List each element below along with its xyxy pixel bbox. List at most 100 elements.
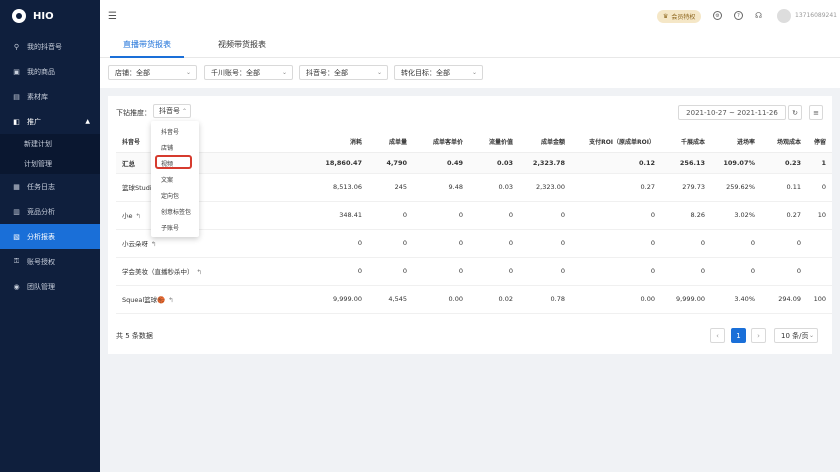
table-cell	[807, 229, 832, 258]
sidebar-item-materials[interactable]: ▤ 素材库	[0, 84, 100, 109]
cell-text: 0	[750, 267, 755, 275]
prev-page-button[interactable]: ‹	[710, 328, 725, 343]
table-cell: 0.78	[519, 285, 571, 314]
cell-text: 0	[508, 211, 513, 219]
table-header-row: 抖音号 消耗 成单量 成单客单价 流量价值 成单金额 支付ROI（原成单ROI）…	[116, 132, 832, 153]
dropdown-option[interactable]: 抖音号	[161, 127, 179, 136]
menu-toggle-icon[interactable]: ☰	[108, 11, 117, 22]
col-header[interactable]: 停留	[807, 132, 832, 153]
col-header[interactable]: 成单金额	[519, 132, 571, 153]
dropdown-option[interactable]: 店铺	[161, 143, 173, 152]
table-cell: 0.27	[571, 173, 661, 202]
table-cell: 0.03	[469, 173, 519, 202]
table-row: Squeal篮球🏀 ↰ 9,999.00 4,545 0.00 0.02 0.78 0.00 9…	[116, 285, 832, 314]
cell-text: 10	[817, 211, 826, 219]
drill-down-icon[interactable]: ↰	[151, 240, 156, 248]
table-cell: 0	[469, 257, 519, 286]
shop-filter[interactable]: 店铺：全部 ⌄	[108, 65, 197, 80]
col-header[interactable]: 支付ROI（原成单ROI）	[571, 132, 661, 153]
page-size-select[interactable]: 10 条/页 ⌄	[774, 328, 818, 343]
date-range-picker[interactable]: 2021-10-27 ~ 2021-11-26	[678, 105, 786, 120]
cell-text: 294.09	[778, 295, 801, 303]
sidebar-item-reports[interactable]: ▧ 分析报表	[0, 224, 100, 249]
sidebar-item-my-douyin[interactable]: ⚲ 我的抖音号	[0, 34, 100, 59]
table-cell: 256.13	[661, 152, 711, 174]
table-cell: 1	[807, 152, 832, 174]
chevron-down-icon: ⌄	[281, 69, 287, 76]
table-cell: 0	[761, 229, 807, 258]
user-phone[interactable]: 13716089241	[795, 12, 837, 19]
drill-down-icon[interactable]: ↰	[197, 268, 202, 276]
headset-icon[interactable]: ☊	[754, 11, 763, 20]
cell-text: 100	[813, 295, 826, 303]
avatar[interactable]	[777, 9, 791, 23]
page-button[interactable]: 1	[731, 328, 746, 343]
sidebar-item-label: 推广	[27, 117, 41, 126]
col-header[interactable]: 流量价值	[469, 132, 519, 153]
cell-text: 0.27	[640, 183, 655, 191]
drill-dimension-select[interactable]: 抖音号 ⌃	[153, 104, 191, 118]
vip-badge[interactable]: ♛ 会员特权	[657, 10, 702, 23]
drill-down-icon[interactable]: ↰	[168, 296, 173, 304]
cell-text: 0.00	[640, 295, 655, 303]
sidebar-item-auth[interactable]: ⚿ 账号授权	[0, 249, 100, 274]
team-icon: ◉	[13, 282, 20, 291]
drill-down-icon[interactable]: ↰	[136, 212, 141, 220]
table-cell: 0.23	[761, 152, 807, 174]
sidebar-item-plan-manage[interactable]: 计划管理	[0, 154, 100, 174]
gift-icon: ▣	[13, 67, 20, 76]
table-cell: 8,513.06	[202, 173, 368, 202]
table-cell: 8.26	[661, 201, 711, 230]
sidebar-item-task-log[interactable]: ▦ 任务日志	[0, 174, 100, 199]
dropdown-option[interactable]: 定向包	[161, 191, 179, 200]
next-page-button[interactable]: ›	[751, 328, 766, 343]
table-cell: 0	[368, 257, 413, 286]
sidebar-item-competitor[interactable]: ▥ 竞品分析	[0, 199, 100, 224]
sidebar-item-promotion[interactable]: ◧ 推广 ▲	[0, 109, 100, 134]
table-cell: 0	[368, 229, 413, 258]
col-header[interactable]: 千展成本	[661, 132, 711, 153]
col-header[interactable]: 成单客单价	[413, 132, 469, 153]
sidebar-item-label: 任务日志	[27, 182, 55, 191]
table-cell: 0	[413, 201, 469, 230]
column-settings-button[interactable]: ≡	[809, 105, 823, 120]
refresh-button[interactable]: ↻	[788, 105, 802, 120]
col-header[interactable]: 进场率	[711, 132, 761, 153]
report-table: 抖音号 消耗 成单量 成单客单价 流量价值 成单金额 支付ROI（原成单ROI）…	[116, 132, 832, 314]
cell-text: 256.13	[679, 158, 705, 167]
table-cell: 9,999.00	[661, 285, 711, 314]
col-header[interactable]: 成单量	[368, 132, 413, 153]
cell-text: 8.26	[690, 211, 705, 219]
settings-icon[interactable]: ⚙	[713, 11, 722, 20]
col-header[interactable]: 场观成本	[761, 132, 807, 153]
table-cell: 0	[571, 229, 661, 258]
sidebar-item-new-plan[interactable]: 新建计划	[0, 134, 100, 154]
cell-text: 0	[796, 239, 801, 247]
table-cell: 259.62%	[711, 173, 761, 202]
table-cell: 0	[469, 201, 519, 230]
help-icon[interactable]: ?	[734, 11, 743, 20]
sidebar-item-team[interactable]: ◉ 团队管理	[0, 274, 100, 299]
app-logo[interactable]: HIO	[0, 0, 100, 32]
table-row: 小e ↰ 348.41 0 0 0 0 0 8.26 3.02% 0.27 10	[116, 201, 832, 230]
chevron-down-icon: ⌄	[376, 69, 382, 76]
table-cell: 0	[661, 257, 711, 286]
conversion-goal-filter[interactable]: 转化目标：全部 ⌄	[394, 65, 483, 80]
col-header[interactable]: 消耗	[202, 132, 368, 153]
cell-text: 0	[650, 239, 655, 247]
qianchuan-account-filter[interactable]: 千川账号：全部 ⌄	[204, 65, 293, 80]
table-cell: 0.00	[571, 285, 661, 314]
table-cell: 0	[711, 257, 761, 286]
cell-text: 0	[796, 267, 801, 275]
douyin-filter-label: 抖音号：全部	[306, 68, 348, 77]
douyin-account-filter[interactable]: 抖音号：全部 ⌄	[299, 65, 388, 80]
dropdown-option[interactable]: 文案	[161, 175, 173, 184]
cell-text: 0.12	[638, 158, 655, 167]
table-cell: 0	[469, 229, 519, 258]
dropdown-option[interactable]: 子账号	[161, 223, 179, 232]
tab-video-report[interactable]: 视频带货报表	[218, 39, 266, 50]
tab-live-report[interactable]: 直播带货报表	[123, 39, 171, 50]
table-cell: 348.41	[202, 201, 368, 230]
sidebar-item-my-products[interactable]: ▣ 我的商品	[0, 59, 100, 84]
dropdown-option[interactable]: 创意标签包	[161, 207, 191, 216]
